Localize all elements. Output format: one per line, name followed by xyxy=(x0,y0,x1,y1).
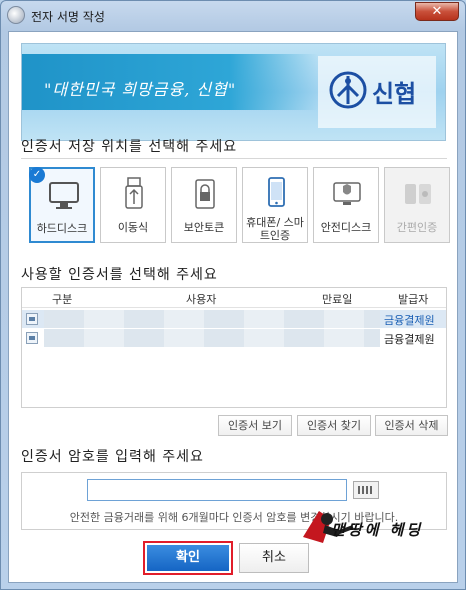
ok-button-label: 확인 xyxy=(147,545,229,571)
slogan-band: "대한민국 희망금융, 신협" xyxy=(22,54,318,110)
view-cert-button[interactable]: 인증서 보기 xyxy=(218,415,292,436)
shinhyup-logo: 신협 xyxy=(318,56,436,128)
column-header: 사용자 xyxy=(186,293,217,306)
usb-icon xyxy=(125,177,143,209)
close-button[interactable]: ✕ xyxy=(415,2,459,21)
storage-option-label: 안전디스크 xyxy=(320,221,372,234)
title-bar[interactable]: 전자 서명 작성 ✕ xyxy=(1,1,465,31)
delete-cert-button[interactable]: 인증서 삭제 xyxy=(375,415,448,436)
storage-section-title: 인증서 저장 위치를 선택해 주세요 xyxy=(21,139,238,155)
masked-cert-info xyxy=(44,329,380,347)
logo-text: 신협 xyxy=(372,80,417,108)
signature-dialog: 전자 서명 작성 ✕ "대한민국 희망금융, 신협" 신협 인증서 저장 위치를… xyxy=(0,0,466,590)
storage-options: ✓ 하드디스크 이동식 보안토큰 휴대폰/ 스마트인증 안전디스크 간편인증 xyxy=(29,167,450,243)
window-title: 전자 서명 작성 xyxy=(31,10,105,24)
issuer-cell: 금융결제원 xyxy=(384,333,435,346)
token-lock-icon xyxy=(195,179,215,209)
shield-monitor-icon xyxy=(333,182,361,205)
storage-option-label: 이동식 xyxy=(117,221,149,234)
monitor-icon xyxy=(49,182,79,209)
cert-section-title: 사용할 인증서를 선택해 주세요 xyxy=(21,267,218,283)
cert-table: 구분 사용자 만료일 발급자 금융결제원 금융결제원 xyxy=(21,287,447,408)
storage-option-smartphone[interactable]: 휴대폰/ 스마트인증 xyxy=(242,167,308,243)
table-row[interactable]: 금융결제원 xyxy=(22,329,446,347)
storage-option-simple-auth: 간편인증 xyxy=(384,167,450,243)
masked-cert-info xyxy=(44,310,380,328)
divider xyxy=(21,158,447,159)
smartphone-icon xyxy=(268,177,285,207)
table-row[interactable]: 금융결제원 xyxy=(22,310,446,328)
storage-option-removable[interactable]: 이동식 xyxy=(100,167,166,243)
cert-table-header: 구분 사용자 만료일 발급자 xyxy=(22,288,446,308)
watermark-text: 맨땅에 헤딩 xyxy=(331,521,424,539)
simple-auth-icon xyxy=(405,184,431,204)
column-header: 발급자 xyxy=(398,293,429,306)
check-icon: ✓ xyxy=(29,167,45,183)
banner: "대한민국 희망금융, 신협" 신협 xyxy=(21,43,446,141)
column-header: 만료일 xyxy=(322,293,353,306)
shinhyup-logo-icon xyxy=(329,71,367,109)
certificate-icon xyxy=(26,332,38,344)
storage-option-label: 간편인증 xyxy=(396,221,438,234)
storage-option-harddisk[interactable]: ✓ 하드디스크 xyxy=(29,167,95,243)
password-section-title: 인증서 암호를 입력해 주세요 xyxy=(21,449,204,465)
storage-option-label: 휴대폰/ 스마트인증 xyxy=(246,216,304,242)
storage-option-security-token[interactable]: 보안토큰 xyxy=(171,167,237,243)
storage-option-label: 하드디스크 xyxy=(36,222,88,235)
storage-option-safe-disk[interactable]: 안전디스크 xyxy=(313,167,379,243)
column-header: 구분 xyxy=(52,293,73,306)
banner-slogan: "대한민국 희망금융, 신협" xyxy=(44,80,237,99)
ok-button[interactable]: 확인 xyxy=(143,541,233,575)
issuer-cell: 금융결제원 xyxy=(384,314,435,327)
watermark: 맨땅에 헤딩 xyxy=(297,497,466,557)
find-cert-button[interactable]: 인증서 찾기 xyxy=(297,415,371,436)
app-icon xyxy=(7,6,25,24)
certificate-icon xyxy=(26,313,38,325)
storage-option-label: 보안토큰 xyxy=(183,221,225,234)
